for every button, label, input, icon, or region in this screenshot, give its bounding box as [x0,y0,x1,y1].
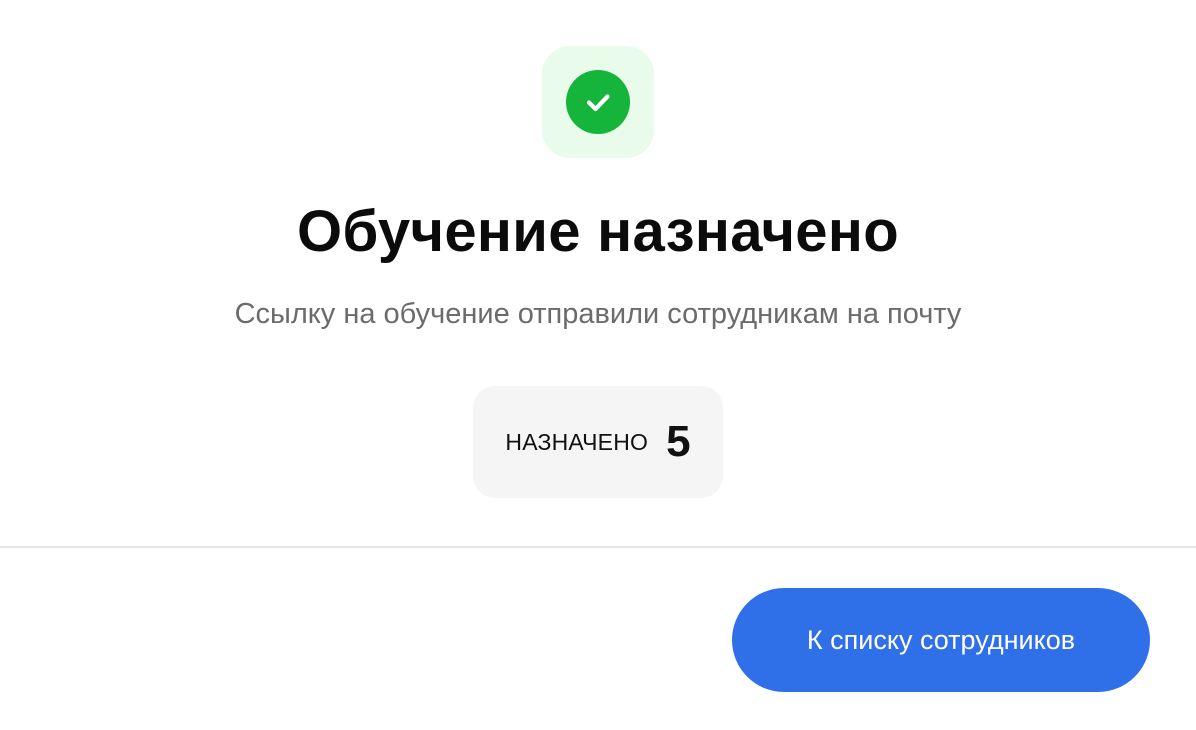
checkmark-icon [586,94,610,112]
footer-divider [0,546,1196,548]
dialog-title: Обучение назначено [297,199,899,264]
dialog-subtitle: Ссылку на обучение отправили сотрудникам… [234,298,962,330]
assignment-success-dialog: Обучение назначено Ссылку на обучение от… [0,0,1196,730]
success-icon-tile [542,46,654,158]
check-circle-icon [566,70,630,134]
assigned-counter-value: 5 [666,417,691,466]
assigned-counter: НАЗНАЧЕНО 5 [473,386,723,498]
assigned-counter-label: НАЗНАЧЕНО [505,428,649,455]
to-employee-list-button[interactable]: К списку сотрудников [732,588,1150,692]
